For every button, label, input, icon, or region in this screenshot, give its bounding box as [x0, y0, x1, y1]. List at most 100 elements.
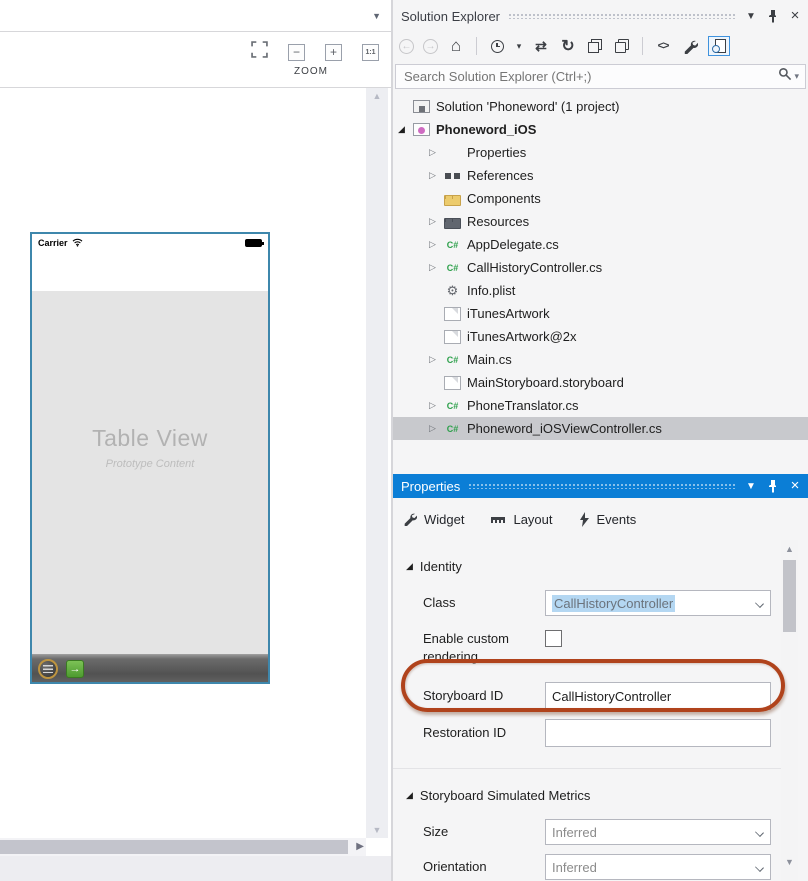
properties-titlebar[interactable]: Properties ▼ × — [393, 474, 808, 498]
table-view-surface[interactable]: Table View Prototype Content — [32, 291, 268, 654]
scroll-up-icon[interactable]: ▲ — [373, 91, 382, 101]
wifi-icon — [72, 234, 83, 252]
csharp-icon — [444, 260, 461, 276]
canvas-vertical-scrollbar[interactable]: ▲ ▼ — [366, 88, 388, 838]
ruler-icon — [490, 513, 506, 525]
tree-collapsed-arrow-icon[interactable]: ▷ — [429, 170, 444, 181]
preview-selected-items-icon[interactable] — [708, 36, 730, 56]
tree-item-itunesartwork[interactable]: iTunesArtwork — [393, 302, 808, 325]
storyboard-id-input[interactable]: CallHistoryController — [545, 682, 771, 710]
properties-pages-icon[interactable] — [615, 39, 629, 53]
tree-item-label: AppDelegate.cs — [467, 237, 559, 252]
window-position-dropdown-icon[interactable]: ▼ — [744, 11, 758, 22]
close-icon[interactable]: × — [788, 11, 802, 21]
tree-collapsed-arrow-icon[interactable]: ▷ — [429, 354, 444, 365]
section-expanded-icon: ◢ — [406, 790, 413, 801]
table-view-controller-icon[interactable] — [38, 659, 58, 679]
tree-item-label: References — [467, 168, 533, 183]
scroll-right-icon[interactable]: ▶ — [356, 841, 364, 852]
tree-item-label: Info.plist — [467, 283, 515, 298]
tree-item-main-cs[interactable]: ▷ Main.cs — [393, 348, 808, 371]
chevron-down-icon[interactable] — [755, 599, 764, 608]
chevron-down-icon[interactable] — [755, 828, 764, 837]
search-icon[interactable] — [778, 67, 792, 86]
tree-item-solution-phoneword-1-project[interactable]: Solution 'Phoneword' (1 project) — [393, 95, 808, 118]
tree-item-properties[interactable]: ▷ Properties — [393, 141, 808, 164]
section-divider — [393, 747, 781, 769]
refresh-icon[interactable]: ↻ — [559, 37, 577, 55]
tree-collapsed-arrow-icon[interactable]: ▷ — [429, 239, 444, 250]
sync-with-active-document-icon[interactable]: ⇄ — [532, 37, 550, 55]
tree-item-phoneword-ios[interactable]: ◢ Phoneword_iOS — [393, 118, 808, 141]
pin-icon[interactable] — [766, 10, 780, 23]
scroll-down-icon[interactable]: ▼ — [785, 857, 794, 867]
collapse-all-icon[interactable] — [588, 39, 602, 53]
section-expanded-icon: ◢ — [406, 561, 413, 572]
filter-dropdown-icon[interactable]: ▾ — [515, 37, 523, 55]
search-input[interactable] — [396, 69, 778, 84]
size-combobox[interactable]: Inferred — [545, 819, 771, 845]
tree-collapsed-arrow-icon[interactable]: ▷ — [429, 216, 444, 227]
view-code-icon[interactable]: <> — [654, 37, 672, 55]
doc-icon — [444, 330, 461, 344]
orientation-combobox[interactable]: Inferred — [545, 854, 771, 880]
zoom-one-to-one-button[interactable]: 1:1 — [362, 44, 379, 61]
table-view-subtitle: Prototype Content — [32, 458, 268, 470]
vertical-scroll-thumb[interactable] — [783, 560, 796, 632]
tab-events[interactable]: Events — [579, 512, 637, 527]
tree-item-label: Phoneword_iOSViewController.cs — [467, 421, 662, 436]
scroll-up-icon[interactable]: ▲ — [785, 544, 794, 554]
designer-zoom-toolbar: − + 1:1 ZOOM — [0, 33, 391, 88]
restoration-id-input[interactable] — [545, 719, 771, 747]
window-position-dropdown-icon[interactable]: ▼ — [744, 481, 758, 492]
canvas-horizontal-scrollbar[interactable]: ▶ — [0, 838, 366, 856]
zoom-in-button[interactable]: + — [325, 44, 342, 61]
tree-item-appdelegate-cs[interactable]: ▷ AppDelegate.cs — [393, 233, 808, 256]
close-icon[interactable]: × — [788, 481, 802, 491]
tree-collapsed-arrow-icon[interactable]: ▷ — [429, 423, 444, 434]
csharp-icon — [444, 237, 461, 253]
tree-collapsed-arrow-icon[interactable]: ▷ — [429, 147, 444, 158]
identity-section-header[interactable]: ◢ Identity — [393, 554, 781, 578]
tree-item-itunesartwork-2x[interactable]: iTunesArtwork@2x — [393, 325, 808, 348]
properties-vertical-scrollbar[interactable]: ▲ ▼ — [781, 540, 798, 881]
metrics-section-header[interactable]: ◢ Storyboard Simulated Metrics — [393, 783, 781, 807]
table-view-title: Table View — [32, 425, 268, 452]
solution-explorer-toolbar: ← → ⌂ ▾ ⇄ ↻ <> — [399, 32, 730, 60]
solution-explorer-titlebar[interactable]: Solution Explorer ▼ × — [401, 5, 802, 27]
solution-icon — [413, 100, 430, 113]
pending-changes-filter-icon[interactable] — [491, 40, 504, 53]
tree-item-phonetranslator-cs[interactable]: ▷ PhoneTranslator.cs — [393, 394, 808, 417]
tree-collapsed-arrow-icon[interactable]: ▷ — [429, 400, 444, 411]
fit-to-window-icon[interactable] — [251, 41, 268, 63]
storyboard-canvas[interactable]: Carrier Table View Prototype Content → — [0, 88, 366, 838]
back-icon[interactable]: ← — [399, 39, 414, 54]
designer-pane-dropdown-icon[interactable]: ▼ — [372, 11, 381, 21]
forward-icon[interactable]: → — [423, 39, 438, 54]
home-icon[interactable]: ⌂ — [447, 37, 465, 55]
right-tool-panes: Solution Explorer ▼ × ← → ⌂ ▾ ⇄ ↻ <> ▾ — [393, 0, 808, 881]
tree-item-references[interactable]: ▷ References — [393, 164, 808, 187]
tree-item-components[interactable]: Components — [393, 187, 808, 210]
search-options-dropdown-icon[interactable]: ▾ — [794, 71, 799, 82]
tree-item-info-plist[interactable]: Info.plist — [393, 279, 808, 302]
tree-item-mainstoryboard-storyboard[interactable]: MainStoryboard.storyboard — [393, 371, 808, 394]
tree-item-phoneword-iosviewcontroller-cs[interactable]: ▷ Phoneword_iOSViewController.cs — [393, 417, 808, 440]
tab-widget[interactable]: Widget — [403, 512, 464, 527]
scroll-down-icon[interactable]: ▼ — [373, 825, 382, 835]
tree-collapsed-arrow-icon[interactable]: ▷ — [429, 262, 444, 273]
tree-expanded-arrow-icon[interactable]: ◢ — [398, 124, 413, 135]
properties-wrench-icon[interactable] — [681, 37, 699, 55]
exit-segue-icon[interactable]: → — [66, 660, 84, 678]
enable-custom-rendering-checkbox[interactable] — [545, 630, 562, 647]
csharp-icon — [444, 352, 461, 368]
zoom-out-button[interactable]: − — [288, 44, 305, 61]
view-controller-mockup[interactable]: Carrier Table View Prototype Content → — [30, 232, 270, 684]
tree-item-callhistorycontroller-cs[interactable]: ▷ CallHistoryController.cs — [393, 256, 808, 279]
chevron-down-icon[interactable] — [755, 863, 764, 872]
pin-icon[interactable] — [766, 480, 780, 493]
class-combobox[interactable]: CallHistoryController — [545, 590, 771, 616]
horizontal-scroll-thumb[interactable] — [0, 840, 348, 854]
tree-item-resources[interactable]: ▷ Resources — [393, 210, 808, 233]
tab-layout[interactable]: Layout — [490, 512, 552, 527]
